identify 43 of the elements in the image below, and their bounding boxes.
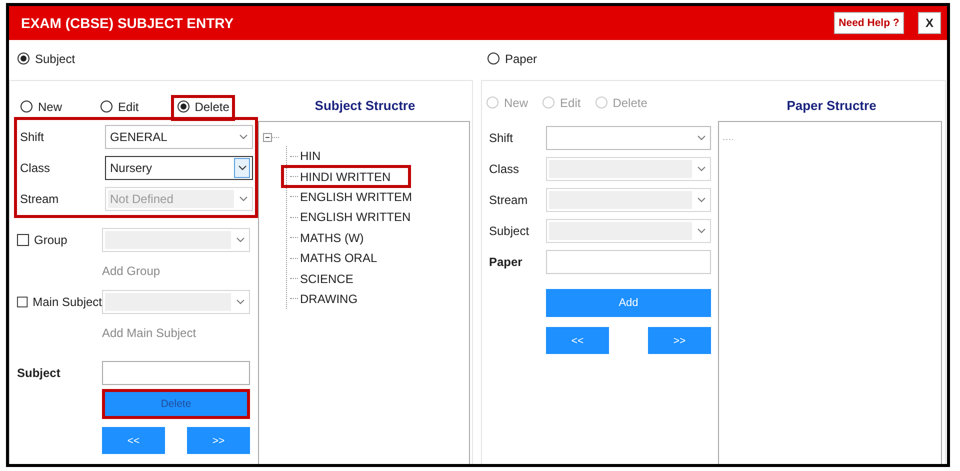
dropdown[interactable]: Nursery: [105, 156, 253, 180]
chevron-down-icon: [238, 134, 248, 140]
field-label: Class: [20, 160, 52, 174]
chevron-down-icon: [696, 196, 706, 202]
chevron-down-icon: [236, 298, 244, 304]
chevron-down-icon: [238, 196, 248, 202]
tree-item[interactable]: ENGLISH WRITTEM: [298, 190, 412, 204]
structure-title: Paper Structre: [786, 96, 878, 115]
field-label: Stream: [489, 192, 529, 206]
collapse-icon[interactable]: [263, 132, 279, 142]
tree-item[interactable]: HINDI WRITTEN: [298, 170, 391, 184]
dropdown[interactable]: GENERAL: [105, 124, 253, 148]
field-label: Shift: [489, 130, 514, 144]
tree-item[interactable]: SCIENCE: [298, 272, 354, 286]
field-label: Paper: [489, 254, 524, 268]
tree-item[interactable]: DRAWING: [298, 292, 358, 306]
mode-radio[interactable]: Edit: [100, 100, 139, 114]
field-label: Stream: [20, 192, 60, 206]
dropdown[interactable]: [546, 126, 711, 150]
field-label: Class: [489, 162, 520, 176]
chevron-down-icon: [236, 236, 244, 242]
tree-item[interactable]: ENGLISH WRITTEN: [298, 210, 411, 224]
window-title: EXAM (CBSE) SUBJECT ENTRY: [21, 15, 235, 31]
help-button[interactable]: Need Help ?: [834, 12, 904, 34]
tree-root-icon: [723, 138, 733, 141]
field-label: Subject: [489, 224, 530, 238]
section-radio[interactable]: Paper: [487, 52, 538, 66]
mode-radio[interactable]: New: [20, 100, 62, 114]
tree-item[interactable]: MATHS (W): [298, 230, 364, 245]
section-radio[interactable]: Subject: [17, 52, 76, 66]
input-field[interactable]: [546, 250, 711, 274]
close-button[interactable]: X: [918, 12, 941, 34]
chevron-down-icon: [696, 166, 706, 172]
field-label: Shift: [20, 130, 46, 144]
chevron-down-icon: [696, 228, 706, 234]
tree-item[interactable]: HIN: [298, 149, 321, 164]
mode-radio[interactable]: Delete: [176, 100, 230, 114]
structure-title: Subject Structre: [314, 96, 416, 115]
field-label: Subject: [17, 366, 62, 380]
tree-item[interactable]: MATHS ORAL: [298, 251, 378, 266]
chevron-down-icon: [696, 134, 706, 140]
input-field[interactable]: [102, 360, 250, 384]
chevron-down-icon: [238, 164, 246, 170]
